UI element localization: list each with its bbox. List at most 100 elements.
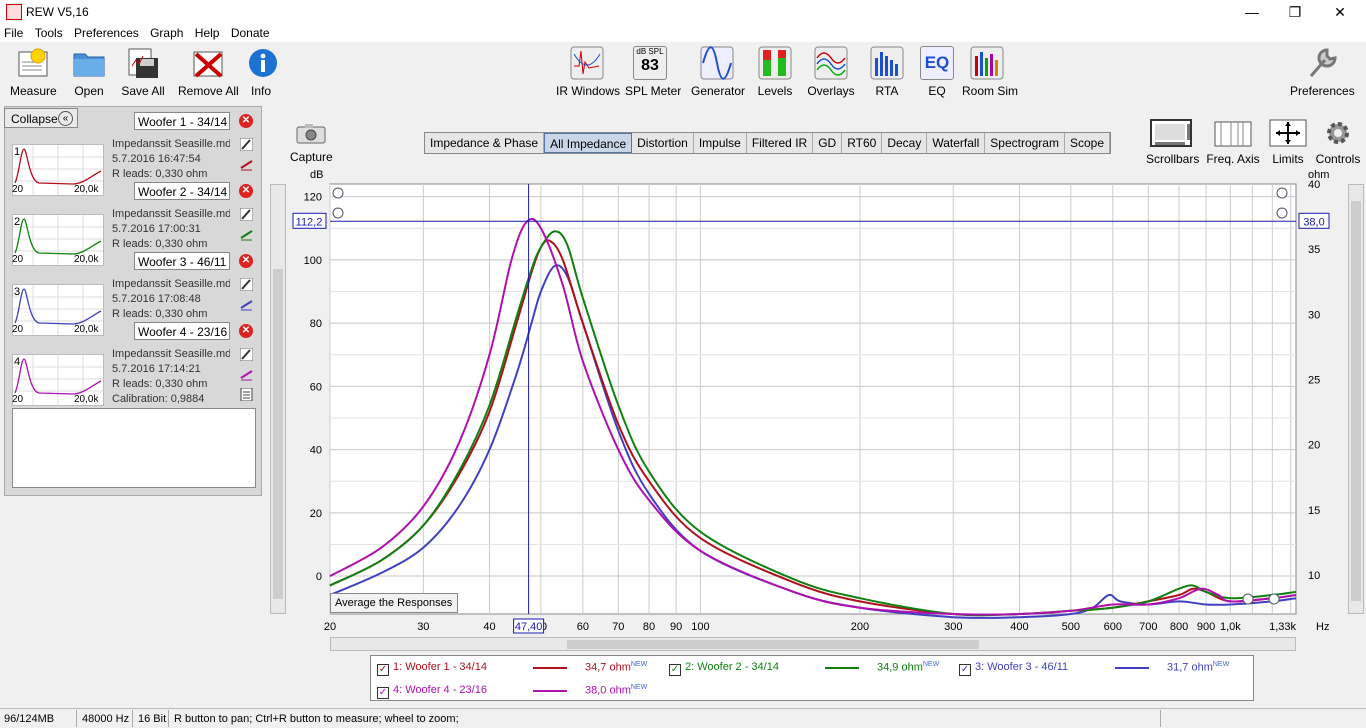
tab-scope[interactable]: Scope <box>1065 133 1110 153</box>
legend-item[interactable]: ✓ 4: Woofer 4 - 23/16 <box>377 684 487 699</box>
color-line-icon[interactable] <box>240 228 253 241</box>
legend-item[interactable]: ✓ 2: Woofer 2 - 34/14 <box>669 661 779 676</box>
edit-icon[interactable] <box>240 278 253 291</box>
graph-vscrollbar[interactable] <box>1348 184 1364 614</box>
edit-icon[interactable] <box>240 348 253 361</box>
measurement-file: Impedanssit Seasille.mda <box>112 138 230 150</box>
tab-impulse[interactable]: Impulse <box>694 133 747 153</box>
remove-all-button[interactable]: Remove All <box>178 46 239 98</box>
menu-graph[interactable]: Graph <box>146 24 187 40</box>
menu-preferences[interactable]: Preferences <box>70 24 143 40</box>
controls-button[interactable]: Controls <box>1314 118 1362 166</box>
open-button[interactable]: Open <box>70 46 108 98</box>
y-tick-label-left: 120 <box>304 192 322 204</box>
menu-donate[interactable]: Donate <box>227 24 274 40</box>
x-tick-label: 60 <box>577 621 589 633</box>
memory-status: 96/124MB <box>4 713 55 725</box>
legend-checkbox[interactable]: ✓ <box>377 687 389 699</box>
tab-waterfall[interactable]: Waterfall <box>927 133 986 153</box>
measurement-item[interactable]: Woofer 2 - 34/14 ✕ 2 20 20,0k Impedanssit Sea… <box>8 182 262 266</box>
generator-button[interactable]: Generator <box>691 46 745 98</box>
overlays-button[interactable]: Overlays <box>806 46 856 98</box>
measurement-item[interactable]: Woofer 1 - 34/14 ✕ 1 20 20,0k Impedanssit Sea… <box>8 112 262 196</box>
legend-checkbox[interactable]: ✓ <box>669 664 681 676</box>
zoom-out-icon[interactable] <box>1276 207 1288 219</box>
edit-icon[interactable] <box>240 208 253 221</box>
tab-filtered-ir[interactable]: Filtered IR <box>747 133 814 153</box>
delete-measurement-icon[interactable]: ✕ <box>239 114 253 128</box>
legend-value: 38,0 ohmNEW <box>585 684 648 697</box>
legend-value: 34,9 ohmNEW <box>877 661 940 674</box>
app-icon <box>6 4 22 20</box>
save-all-button[interactable]: Save All <box>120 46 166 98</box>
legend-checkbox[interactable]: ✓ <box>377 664 389 676</box>
tab-gd[interactable]: GD <box>813 133 843 153</box>
levels-button[interactable]: Levels <box>756 46 794 98</box>
measurement-name-field[interactable]: Woofer 4 - 23/16 <box>134 322 230 340</box>
impedance-graph[interactable]: 1201008060402004035302520151020304050607… <box>290 164 1340 634</box>
tab-spectrogram[interactable]: Spectrogram <box>985 133 1065 153</box>
info-button[interactable]: Info <box>246 46 277 98</box>
legend-item[interactable]: ✓ 3: Woofer 3 - 46/11 <box>959 661 1068 676</box>
x-tick-label: 40 <box>483 621 495 633</box>
menu-tools[interactable]: Tools <box>31 24 67 40</box>
maximize-button[interactable]: ❐ <box>1273 2 1317 22</box>
x-tick-label: 700 <box>1139 621 1157 633</box>
zoom-out-icon[interactable] <box>1268 593 1280 605</box>
ir-windows-button[interactable]: IR Windows <box>556 46 620 98</box>
measurement-name-field[interactable]: Woofer 3 - 46/11 <box>134 252 230 270</box>
measurement-name-field[interactable]: Woofer 1 - 34/14 <box>134 112 230 130</box>
zoom-out-icon[interactable] <box>332 207 344 219</box>
eq-button[interactable]: EQ EQ <box>920 46 954 98</box>
x-tick-label: 400 <box>1010 621 1028 633</box>
color-line-icon[interactable] <box>240 298 253 311</box>
delete-measurement-icon[interactable]: ✕ <box>239 324 253 338</box>
spl-meter-button[interactable]: dB SPL 83 SPL Meter <box>625 46 681 98</box>
sample-rate-status: 48000 Hz <box>82 713 130 725</box>
legend-checkbox[interactable]: ✓ <box>959 664 971 676</box>
tab-distortion[interactable]: Distortion <box>632 133 694 153</box>
y-axis-unit-left: dB <box>310 169 323 181</box>
freq-axis-button[interactable]: Freq. Axis <box>1206 118 1260 166</box>
tab-all-impedance[interactable]: All Impedance <box>544 133 633 153</box>
room-sim-button[interactable]: Room Sim <box>962 46 1018 98</box>
limits-button[interactable]: Limits <box>1268 118 1308 166</box>
tab-decay[interactable]: Decay <box>882 133 928 153</box>
preferences-button[interactable]: Preferences <box>1290 46 1355 98</box>
overlays-icon <box>814 46 848 80</box>
delete-measurement-icon[interactable]: ✕ <box>239 254 253 268</box>
measurement-file: Impedanssit Seasille.mda <box>112 348 230 360</box>
delete-measurement-icon[interactable]: ✕ <box>239 184 253 198</box>
measurement-date: 5.7.2016 17:08:48 <box>112 293 201 305</box>
color-line-icon[interactable] <box>240 158 253 171</box>
levels-icon <box>758 46 792 80</box>
menu-file[interactable]: File <box>0 24 27 40</box>
color-line-icon[interactable] <box>240 368 253 381</box>
average-responses-button[interactable]: Average the Responses <box>330 593 458 613</box>
legend-item[interactable]: ✓ 1: Woofer 1 - 34/14 <box>377 661 487 676</box>
main-toolbar: Measure Open Save All Remove All Info IR… <box>0 42 1366 104</box>
graph-hscrollbar[interactable] <box>330 637 1296 651</box>
edit-icon[interactable] <box>240 138 253 151</box>
notes-icon[interactable] <box>240 388 253 401</box>
panel-scrollbar[interactable] <box>270 184 286 614</box>
measure-button[interactable]: Measure <box>10 46 57 98</box>
zoom-in-icon[interactable] <box>332 187 344 199</box>
measurement-item[interactable]: Woofer 3 - 46/11 ✕ 3 20 20,0k Impedanssit Sea… <box>8 252 262 336</box>
scrollbars-button[interactable]: Scrollbars <box>1146 118 1199 166</box>
minimize-button[interactable]: — <box>1230 2 1274 22</box>
notes-box[interactable] <box>12 408 256 488</box>
measurement-name-field[interactable]: Woofer 2 - 34/14 <box>134 182 230 200</box>
menu-help[interactable]: Help <box>191 24 224 40</box>
close-button[interactable]: ✕ <box>1318 2 1362 22</box>
legend-line-swatch <box>1115 667 1149 669</box>
measurement-number: 4 <box>14 356 21 368</box>
rta-button[interactable]: RTA <box>870 46 904 98</box>
tab-impedance-phase[interactable]: Impedance & Phase <box>425 133 545 153</box>
tab-rt60[interactable]: RT60 <box>842 133 883 153</box>
chart-svg[interactable]: 1201008060402004035302520151020304050607… <box>290 164 1340 634</box>
capture-button[interactable]: Capture <box>290 120 333 164</box>
zoom-in-icon[interactable] <box>1242 593 1254 605</box>
measurement-item[interactable]: Woofer 4 - 23/16 ✕ 4 20 20,0k Impedanssit Sea… <box>8 322 262 406</box>
zoom-in-icon[interactable] <box>1276 187 1288 199</box>
